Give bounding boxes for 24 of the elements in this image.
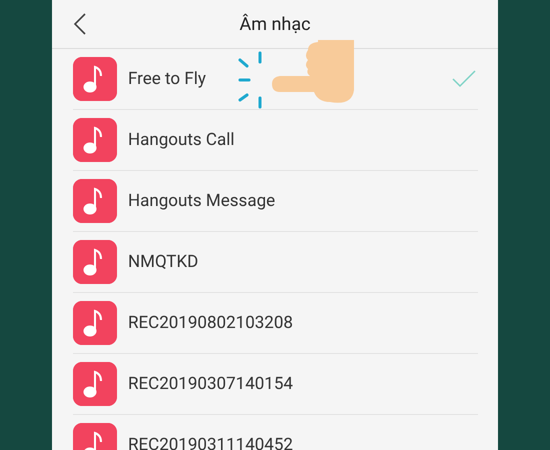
screen-title: Âm nhạc: [239, 14, 311, 34]
ringtone-name: Free to Fly: [128, 69, 207, 89]
ringtone-item[interactable]: REC20190311140452: [73, 415, 478, 450]
ringtone-name: Hangouts Message: [128, 191, 276, 211]
ringtone-name: Hangouts Call: [128, 130, 236, 150]
music-note-icon: [73, 362, 117, 406]
ringtone-name: REC20190311140452: [128, 435, 294, 450]
ringtone-item[interactable]: REC20190802103208: [73, 293, 478, 354]
pointing-hand-icon: [272, 40, 354, 103]
ringtone-item[interactable]: Hangouts Call: [73, 110, 478, 171]
tap-marks-icon: [238, 52, 262, 108]
music-note-icon: [73, 179, 117, 223]
back-icon[interactable]: [72, 12, 88, 36]
ringtone-item[interactable]: REC20190307140154: [73, 354, 478, 415]
music-note-icon: [73, 118, 117, 162]
ringtone-name: REC20190307140154: [128, 374, 294, 394]
ringtone-item[interactable]: NMQTKD: [73, 232, 478, 293]
ringtone-item[interactable]: Hangouts Message: [73, 171, 478, 232]
ringtone-name: REC20190802103208: [128, 313, 294, 333]
ringtone-name: NMQTKD: [128, 252, 200, 272]
checkmark-icon: [452, 70, 476, 88]
music-note-icon: [73, 240, 117, 284]
music-note-icon: [73, 57, 117, 101]
music-note-icon: [73, 301, 117, 345]
